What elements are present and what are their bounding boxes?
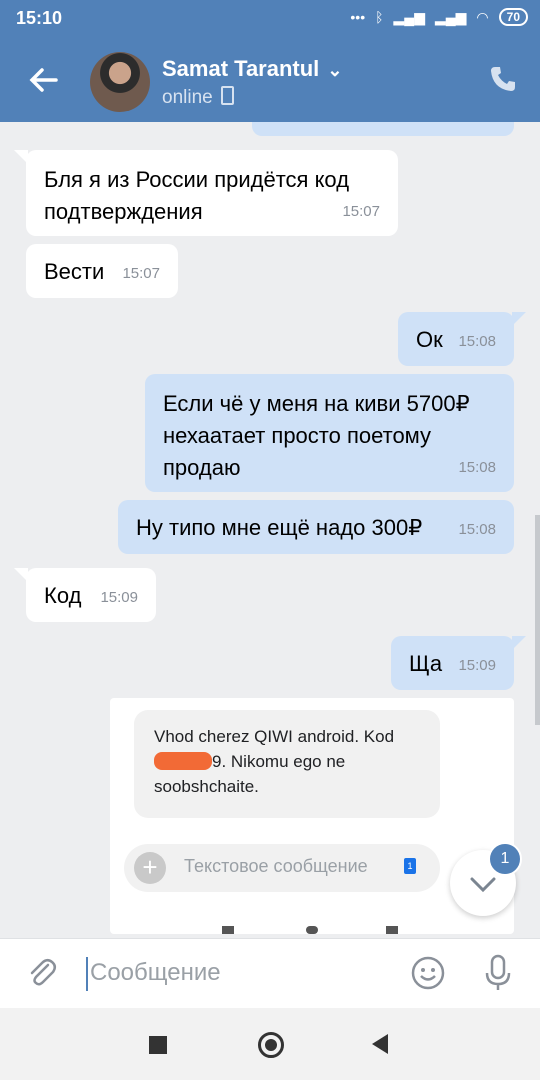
message-input[interactable]: Сообщение [90,959,221,987]
message-time: 15:08 [458,459,496,476]
sms-input-placeholder: Текстовое сообщение [184,856,368,876]
message-bubble-out[interactable]: Ок 15:08 [398,312,526,366]
battery-icon: 70 [498,8,528,26]
message-time: 15:08 [458,333,496,350]
screenshot-nav-bar [110,922,514,934]
online-status: online [162,86,234,109]
chat-header: 15:10 ••• ᛒ ▂▄▆ ▂▄▆ ◠ 70 Samat Tarantul ⌄… [0,0,540,122]
message-bubble-in[interactable]: Бля я из России придётся код подтвержден… [14,150,398,236]
status-icons: ••• ᛒ ▂▄▆ ▂▄▆ ◠ 70 [350,8,528,26]
redaction-mark [154,752,212,770]
text-caret [86,957,88,991]
scroll-down-button[interactable]: 1 [450,842,522,916]
plus-icon: + [134,852,166,884]
bluetooth-icon: ᛒ [375,9,384,25]
message-text: Вести [44,259,105,284]
recents-icon[interactable] [149,1036,167,1054]
online-text: online [162,87,213,108]
message-time: 15:09 [100,589,138,606]
signal-icon: ▂▄▆ [393,8,425,25]
dots-icon: ••• [350,9,366,25]
message-composer: Сообщение [0,938,540,1009]
message-text: Если чё у меня на киви 5700₽ нехаатает п… [163,391,470,480]
wifi-icon: ◠ [476,8,489,25]
sms-text-part1: Vhod cherez QIWI android. Kod [154,727,395,746]
chevron-down-icon[interactable]: ⌄ [327,60,342,81]
message-time: 15:08 [458,521,496,538]
sms-text: Vhod cherez QIWI android. Kod9. Nikomu e… [154,724,424,799]
triangle-icon [386,926,398,934]
message-bubble-in[interactable]: Код 15:09 [14,568,156,622]
message-bubble-in[interactable]: Вести 15:07 [26,244,178,298]
paperclip-icon[interactable] [24,955,60,991]
back-arrow-icon[interactable] [24,60,64,100]
phone-icon[interactable] [488,64,518,94]
status-bar: 15:10 ••• ᛒ ▂▄▆ ▂▄▆ ◠ 70 [0,0,540,36]
message-time: 15:07 [122,265,160,282]
message-text: Код [44,583,82,608]
circle-icon [306,926,318,934]
signal-icon-2: ▂▄▆ [434,8,467,25]
unread-badge: 1 [488,842,522,876]
message-bubble-out[interactable]: Ну типо мне ещё надо 300₽ 15:08 [118,500,514,554]
sms-bubble: Vhod cherez QIWI android. Kod9. Nikomu e… [134,710,440,818]
avatar[interactable] [90,52,150,112]
message-text: Ща [409,651,443,676]
message-bubble-out[interactable]: Если чё у меня на киви 5700₽ нехаатает п… [145,374,514,492]
microphone-icon[interactable] [482,953,514,993]
status-time: 15:10 [16,8,63,28]
message-time: 15:07 [342,203,380,220]
message-text: Бля я из России придётся код подтвержден… [44,167,350,224]
scrollbar[interactable] [535,515,540,725]
emoji-icon[interactable] [410,955,446,991]
contact-name[interactable]: Samat Tarantul ⌄ [162,56,342,82]
home-icon[interactable] [258,1032,284,1058]
mobile-device-icon [220,86,234,105]
message-text: Ну типо мне ещё надо 300₽ [136,515,423,540]
square-icon [222,926,234,934]
sim-icon: 1 [404,858,416,874]
back-icon[interactable] [372,1034,388,1054]
message-text: Ок [416,327,443,352]
message-time: 15:09 [458,657,496,674]
contact-name-text: Samat Tarantul [162,56,320,81]
sms-input-bar: + Текстовое сообщение 1 [124,844,440,892]
android-nav-bar [0,1008,540,1080]
message-bubble-out[interactable]: Ща 15:09 [391,636,526,690]
